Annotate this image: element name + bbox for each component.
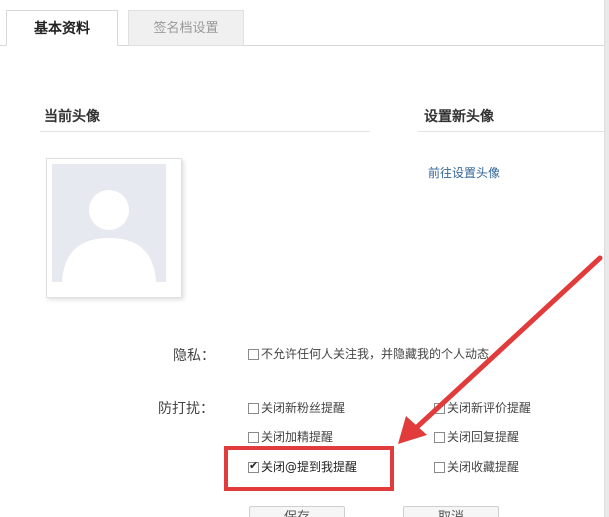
cancel-button[interactable]: 取消 bbox=[403, 506, 499, 517]
save-button[interactable]: 保存 bbox=[249, 506, 345, 517]
annotation-arrow-icon bbox=[398, 255, 603, 444]
